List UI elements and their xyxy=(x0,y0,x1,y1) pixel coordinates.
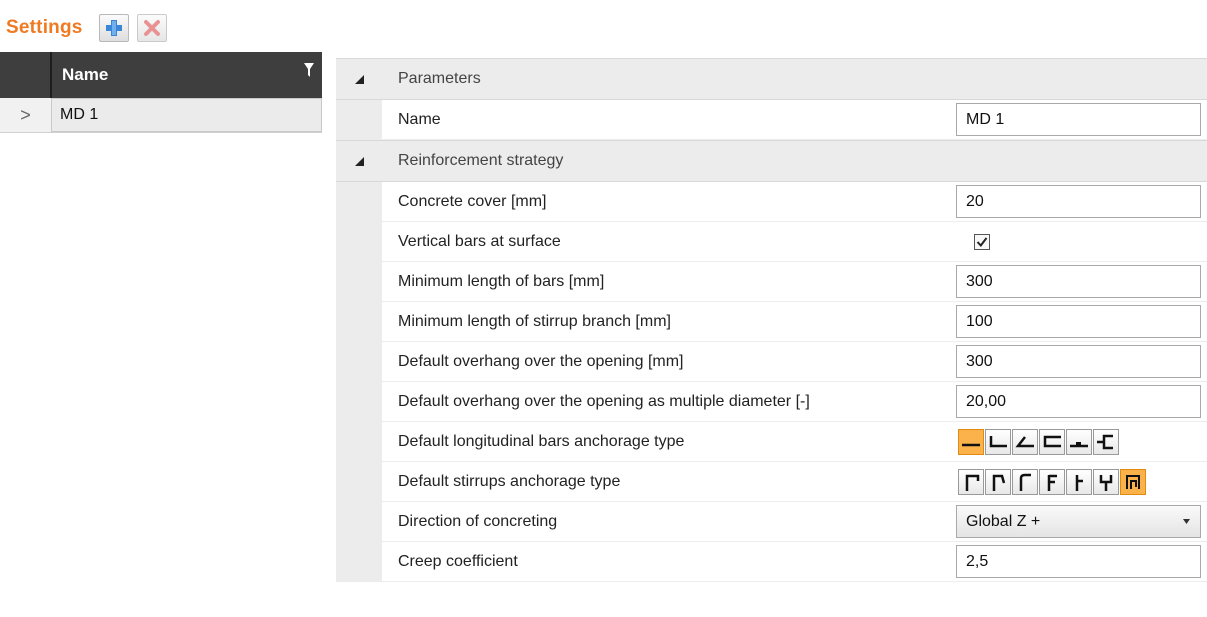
row-current-indicator: > xyxy=(0,98,52,132)
checkmark-icon xyxy=(976,236,988,247)
row-gutter xyxy=(336,222,382,262)
row-gutter xyxy=(336,462,382,502)
row-gutter xyxy=(336,542,382,582)
collapse-triangle-icon[interactable] xyxy=(336,141,382,181)
row-indicator-header xyxy=(0,52,52,98)
min-length-stirrup-field[interactable]: 100 xyxy=(956,305,1201,338)
row-gutter xyxy=(336,262,382,302)
property-label: Default overhang over the opening as mul… xyxy=(382,382,956,422)
category-reinforcement-strategy[interactable]: Reinforcement strategy xyxy=(336,140,1207,182)
row-gutter xyxy=(336,100,382,140)
row-gutter xyxy=(336,342,382,382)
table-row[interactable]: > MD 1 xyxy=(0,98,322,133)
row-gutter xyxy=(336,422,382,462)
row-gutter xyxy=(336,502,382,542)
property-value-cell: Global Z + xyxy=(956,502,1207,542)
property-value-cell: 300 xyxy=(956,262,1207,302)
property-value-cell: 100 xyxy=(956,302,1207,342)
property-row-min-length-stirrup: Minimum length of stirrup branch [mm] 10… xyxy=(336,302,1207,342)
creep-coefficient-field[interactable]: 2,5 xyxy=(956,545,1201,578)
property-label: Vertical bars at surface xyxy=(382,222,956,262)
delete-button[interactable] xyxy=(136,14,167,42)
concrete-cover-field[interactable]: 20 xyxy=(956,185,1201,218)
property-value-cell: MD 1 xyxy=(956,100,1207,140)
category-parameters[interactable]: Parameters xyxy=(336,58,1207,100)
property-row-vertical-bars: Vertical bars at surface xyxy=(336,222,1207,262)
grid-header: Name xyxy=(0,52,322,98)
stirrups-anchorage-selector xyxy=(958,468,1147,495)
settings-header: Settings xyxy=(6,8,175,48)
welded-bar-icon[interactable] xyxy=(1066,428,1092,455)
property-label: Direction of concreting xyxy=(382,502,956,542)
property-label: Minimum length of bars [mm] xyxy=(382,262,956,302)
property-row-stirrups-anchorage: Default stirrups anchorage type xyxy=(336,462,1207,502)
property-row-min-length-bars: Minimum length of bars [mm] 300 xyxy=(336,262,1207,302)
vertical-bars-checkbox[interactable] xyxy=(974,233,990,250)
property-label: Default longitudinal bars anchorage type xyxy=(382,422,956,462)
property-value-cell xyxy=(956,222,1207,262)
property-value-cell: 2,5 xyxy=(956,542,1207,582)
dropdown-arrow-icon xyxy=(1183,519,1190,524)
direction-concreting-dropdown[interactable]: Global Z + xyxy=(956,505,1201,538)
property-value-cell xyxy=(956,462,1207,502)
category-label: Parameters xyxy=(398,70,481,87)
name-field[interactable]: MD 1 xyxy=(956,103,1201,136)
property-row-overhang-multiple: Default overhang over the opening as mul… xyxy=(336,382,1207,422)
property-row-concrete-cover: Concrete cover [mm] 20 xyxy=(336,182,1207,222)
row-gutter xyxy=(336,382,382,422)
property-row-creep-coefficient: Creep coefficient 2,5 xyxy=(336,542,1207,582)
longitudinal-anchorage-selector xyxy=(958,428,1120,455)
property-value-cell xyxy=(956,422,1207,462)
property-label: Creep coefficient xyxy=(382,542,956,582)
name-column-header[interactable]: Name xyxy=(52,52,322,98)
plus-icon xyxy=(105,20,122,36)
dropdown-selected-value: Global Z + xyxy=(966,512,1041,530)
property-label: Default overhang over the opening [mm] xyxy=(382,342,956,382)
stirrup-closed-icon[interactable] xyxy=(1120,468,1146,495)
row-gutter xyxy=(336,302,382,342)
property-row-name: Name MD 1 xyxy=(336,100,1207,140)
min-length-bars-field[interactable]: 300 xyxy=(956,265,1201,298)
settings-title: Settings xyxy=(6,17,83,38)
filter-icon[interactable] xyxy=(304,62,314,82)
property-label: Minimum length of stirrup branch [mm] xyxy=(382,302,956,342)
name-column-label: Name xyxy=(62,65,109,84)
property-value-cell: 300 xyxy=(956,342,1207,382)
hook-135-icon[interactable] xyxy=(1012,428,1038,455)
settings-list-grid: Name > MD 1 xyxy=(0,52,322,133)
property-row-direction-concreting: Direction of concreting Global Z + xyxy=(336,502,1207,542)
property-label: Default stirrups anchorage type xyxy=(382,462,956,502)
property-row-longitudinal-anchorage: Default longitudinal bars anchorage type xyxy=(336,422,1207,462)
hook-180-icon[interactable] xyxy=(1039,428,1065,455)
straight-end-icon[interactable] xyxy=(958,428,984,455)
stirrup-hook-90-icon[interactable] xyxy=(958,468,984,495)
row-name-cell[interactable]: MD 1 xyxy=(52,98,322,132)
collapse-triangle-icon[interactable] xyxy=(336,59,382,99)
property-row-overhang: Default overhang over the opening [mm] 3… xyxy=(336,342,1207,382)
anchor-plate-icon[interactable] xyxy=(1093,428,1119,455)
stirrup-fork-icon[interactable] xyxy=(1093,468,1119,495)
overhang-field[interactable]: 300 xyxy=(956,345,1201,378)
overhang-multiple-field[interactable]: 20,00 xyxy=(956,385,1201,418)
stirrup-hook-180-icon[interactable] xyxy=(1012,468,1038,495)
property-value-cell: 20,00 xyxy=(956,382,1207,422)
hook-90-icon[interactable] xyxy=(985,428,1011,455)
add-button[interactable] xyxy=(98,14,129,42)
row-gutter xyxy=(336,182,382,222)
property-label: Concrete cover [mm] xyxy=(382,182,956,222)
property-label: Name xyxy=(382,100,956,140)
stirrup-bend-icon[interactable] xyxy=(1066,468,1092,495)
stirrup-lap-icon[interactable] xyxy=(1039,468,1065,495)
property-grid: Parameters Name MD 1 Reinforcement strat… xyxy=(336,58,1207,582)
property-value-cell: 20 xyxy=(956,182,1207,222)
delete-x-icon xyxy=(143,20,160,36)
stirrup-hook-135-icon[interactable] xyxy=(985,468,1011,495)
category-label: Reinforcement strategy xyxy=(398,152,564,169)
